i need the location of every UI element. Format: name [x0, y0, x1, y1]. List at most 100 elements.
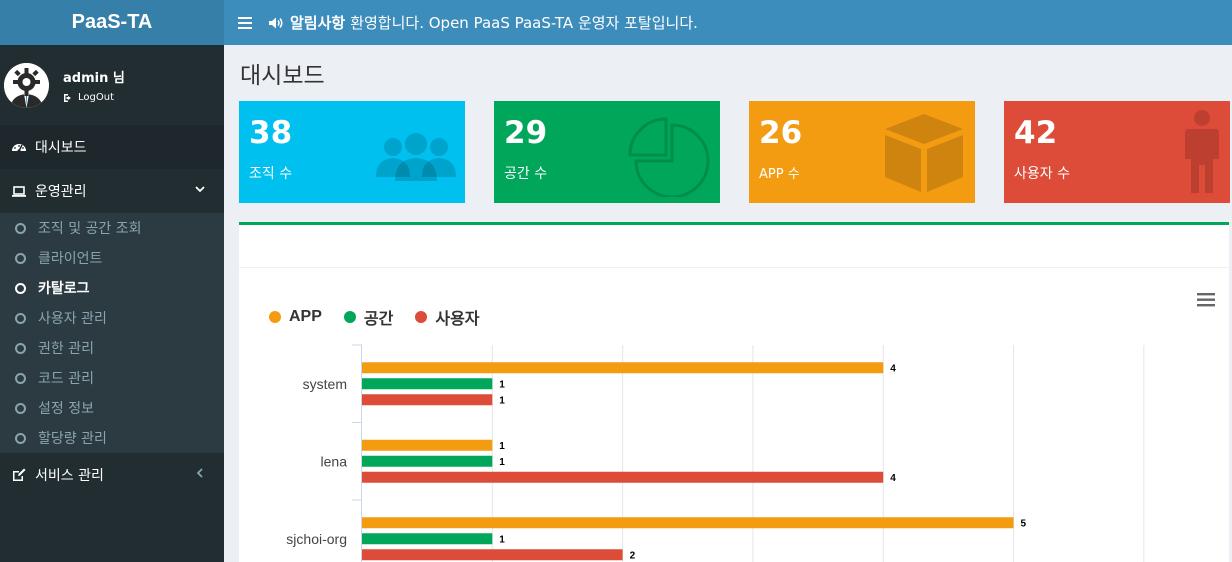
sidebar-subitem-label: 할당량 관리	[38, 431, 107, 447]
category-label: sjchoi-org	[286, 531, 347, 547]
bar[interactable]	[362, 533, 493, 545]
bar[interactable]	[362, 394, 493, 406]
logout-link[interactable]: LogOut	[63, 92, 125, 103]
top-header: 알림사항 환영합니다. Open PaaS PaaS-TA 운영자 포탈입니다.	[224, 0, 1232, 45]
bar[interactable]	[362, 549, 623, 561]
bar[interactable]	[362, 362, 884, 374]
bar[interactable]	[362, 455, 493, 467]
chart-menu-icon[interactable]	[1197, 293, 1215, 307]
app-count-card[interactable]: 26 APP 수	[749, 101, 975, 203]
users-icon	[376, 133, 456, 181]
sidebar-item-service[interactable]: 서비스 관리	[0, 453, 224, 497]
chevron-left-icon	[196, 468, 203, 478]
sidebar-subitem-label: 권한 관리	[38, 341, 94, 357]
sidebar-subitem-label: 사용자 관리	[38, 311, 107, 327]
data-label: 1	[499, 457, 505, 468]
space-count-card[interactable]: 29 공간 수	[494, 101, 720, 203]
user-count-card[interactable]: 42 사용자 수	[1004, 101, 1230, 203]
cube-icon	[885, 114, 963, 192]
notice-bar: 알림사항 환영합니다. Open PaaS PaaS-TA 운영자 포탈입니다.	[268, 12, 698, 33]
legend-label: 공간	[363, 311, 394, 328]
legend-marker	[415, 311, 428, 323]
sidebar-subitem[interactable]: 클라이언트	[0, 243, 224, 273]
legend-item[interactable]: APP	[269, 305, 322, 329]
legend-item[interactable]: 공간	[343, 305, 394, 329]
chevron-down-icon	[195, 186, 205, 193]
data-label: 1	[499, 441, 505, 452]
app-logo[interactable]: PaaS-TA	[0, 0, 224, 45]
logout-label: LogOut	[78, 92, 114, 103]
circle-icon	[15, 372, 26, 384]
volume-up-icon	[269, 17, 283, 28]
legend-item[interactable]: 사용자	[415, 305, 480, 329]
legend-marker	[343, 311, 356, 323]
sidebar-subitem-label: 카탈로그	[38, 281, 90, 297]
pie-chart-icon	[628, 117, 710, 197]
category-label: system	[303, 376, 347, 392]
sidebar-subitem[interactable]: 사용자 관리	[0, 303, 224, 333]
sidebar-subitem[interactable]: 조직 및 공간 조회	[0, 213, 224, 243]
notice-text: 환영합니다. Open PaaS PaaS-TA 운영자 포탈입니다.	[350, 14, 698, 32]
sidebar-item-label: 대시보드	[35, 140, 87, 156]
bar-chart: system 4 1 1 lena 1 1 4 sjchoi-org 5 1 2	[286, 344, 1145, 562]
dashboard-icon	[12, 144, 26, 153]
circle-icon	[15, 222, 26, 234]
legend-label: 사용자	[435, 311, 480, 328]
sidebar-item-ops[interactable]: 운영관리	[0, 169, 224, 213]
sidebar-subitem[interactable]: 설정 정보	[0, 393, 224, 423]
legend-label: APP	[289, 308, 322, 325]
sidebar-subitem[interactable]: 권한 관리	[0, 333, 224, 363]
bar[interactable]	[362, 471, 884, 483]
circle-icon	[15, 312, 26, 324]
circle-icon	[15, 432, 26, 444]
sidebar-item-label: 서비스 관리	[35, 468, 104, 484]
hamburger-menu-icon[interactable]	[238, 16, 252, 29]
category-label: lena	[321, 453, 348, 469]
sign-out-icon	[64, 93, 71, 102]
circle-icon	[15, 402, 26, 414]
data-label: 1	[499, 534, 505, 545]
user-name: admin 님	[63, 71, 125, 86]
card-label: 사용자 수	[1014, 166, 1070, 182]
chart-panel: APP 공간 사용자 system 4 1 1 lena 1 1 4 sjchoi-org 5 1 2	[239, 222, 1229, 562]
data-label: 4	[890, 363, 896, 374]
legend-marker	[269, 311, 281, 323]
user-panel: admin 님 LogOut	[0, 45, 224, 125]
page-title: 대시보드	[240, 63, 325, 89]
user-avatar	[4, 62, 49, 108]
org-count-card[interactable]: 38 조직 수	[239, 101, 465, 203]
chart-legend: APP 공간 사용자	[269, 305, 480, 329]
circle-icon	[15, 282, 26, 294]
card-value: 26	[759, 115, 803, 151]
circle-icon	[15, 252, 26, 264]
sidebar-subitem[interactable]: 코드 관리	[0, 363, 224, 393]
sidebar-subitem[interactable]: 카탈로그	[0, 273, 224, 303]
card-value: 42	[1014, 115, 1058, 151]
ops-submenu: 조직 및 공간 조회클라이언트카탈로그사용자 관리권한 관리코드 관리설정 정보…	[0, 213, 224, 453]
panel-header	[239, 225, 1229, 268]
notice-label: 알림사항	[290, 14, 346, 32]
bar[interactable]	[362, 439, 493, 451]
sidebar: PaaS-TA admin 님 LogOut 대시보드 운영관리 조직 및 공간…	[0, 0, 224, 562]
sidebar-subitem-label: 조직 및 공간 조회	[38, 221, 142, 237]
sidebar-subitem[interactable]: 할당량 관리	[0, 423, 224, 453]
data-label: 4	[890, 473, 896, 484]
sidebar-subitem-label: 클라이언트	[38, 251, 103, 267]
data-label: 1	[499, 395, 505, 406]
laptop-icon	[12, 186, 26, 197]
card-label: APP 수	[759, 167, 800, 182]
data-label: 1	[499, 379, 505, 390]
sidebar-item-dashboard[interactable]: 대시보드	[0, 125, 224, 169]
sidebar-subitem-label: 설정 정보	[38, 401, 94, 417]
bar[interactable]	[362, 517, 1014, 529]
data-label: 5	[1021, 518, 1027, 529]
card-label: 조직 수	[249, 166, 293, 182]
edit-icon	[13, 468, 26, 481]
sidebar-item-label: 운영관리	[35, 184, 87, 200]
bar[interactable]	[362, 378, 493, 390]
male-icon	[1185, 110, 1219, 193]
card-value: 38	[249, 115, 293, 151]
sidebar-subitem-label: 코드 관리	[38, 371, 94, 387]
card-label: 공간 수	[504, 166, 548, 182]
data-label: 2	[630, 550, 636, 561]
